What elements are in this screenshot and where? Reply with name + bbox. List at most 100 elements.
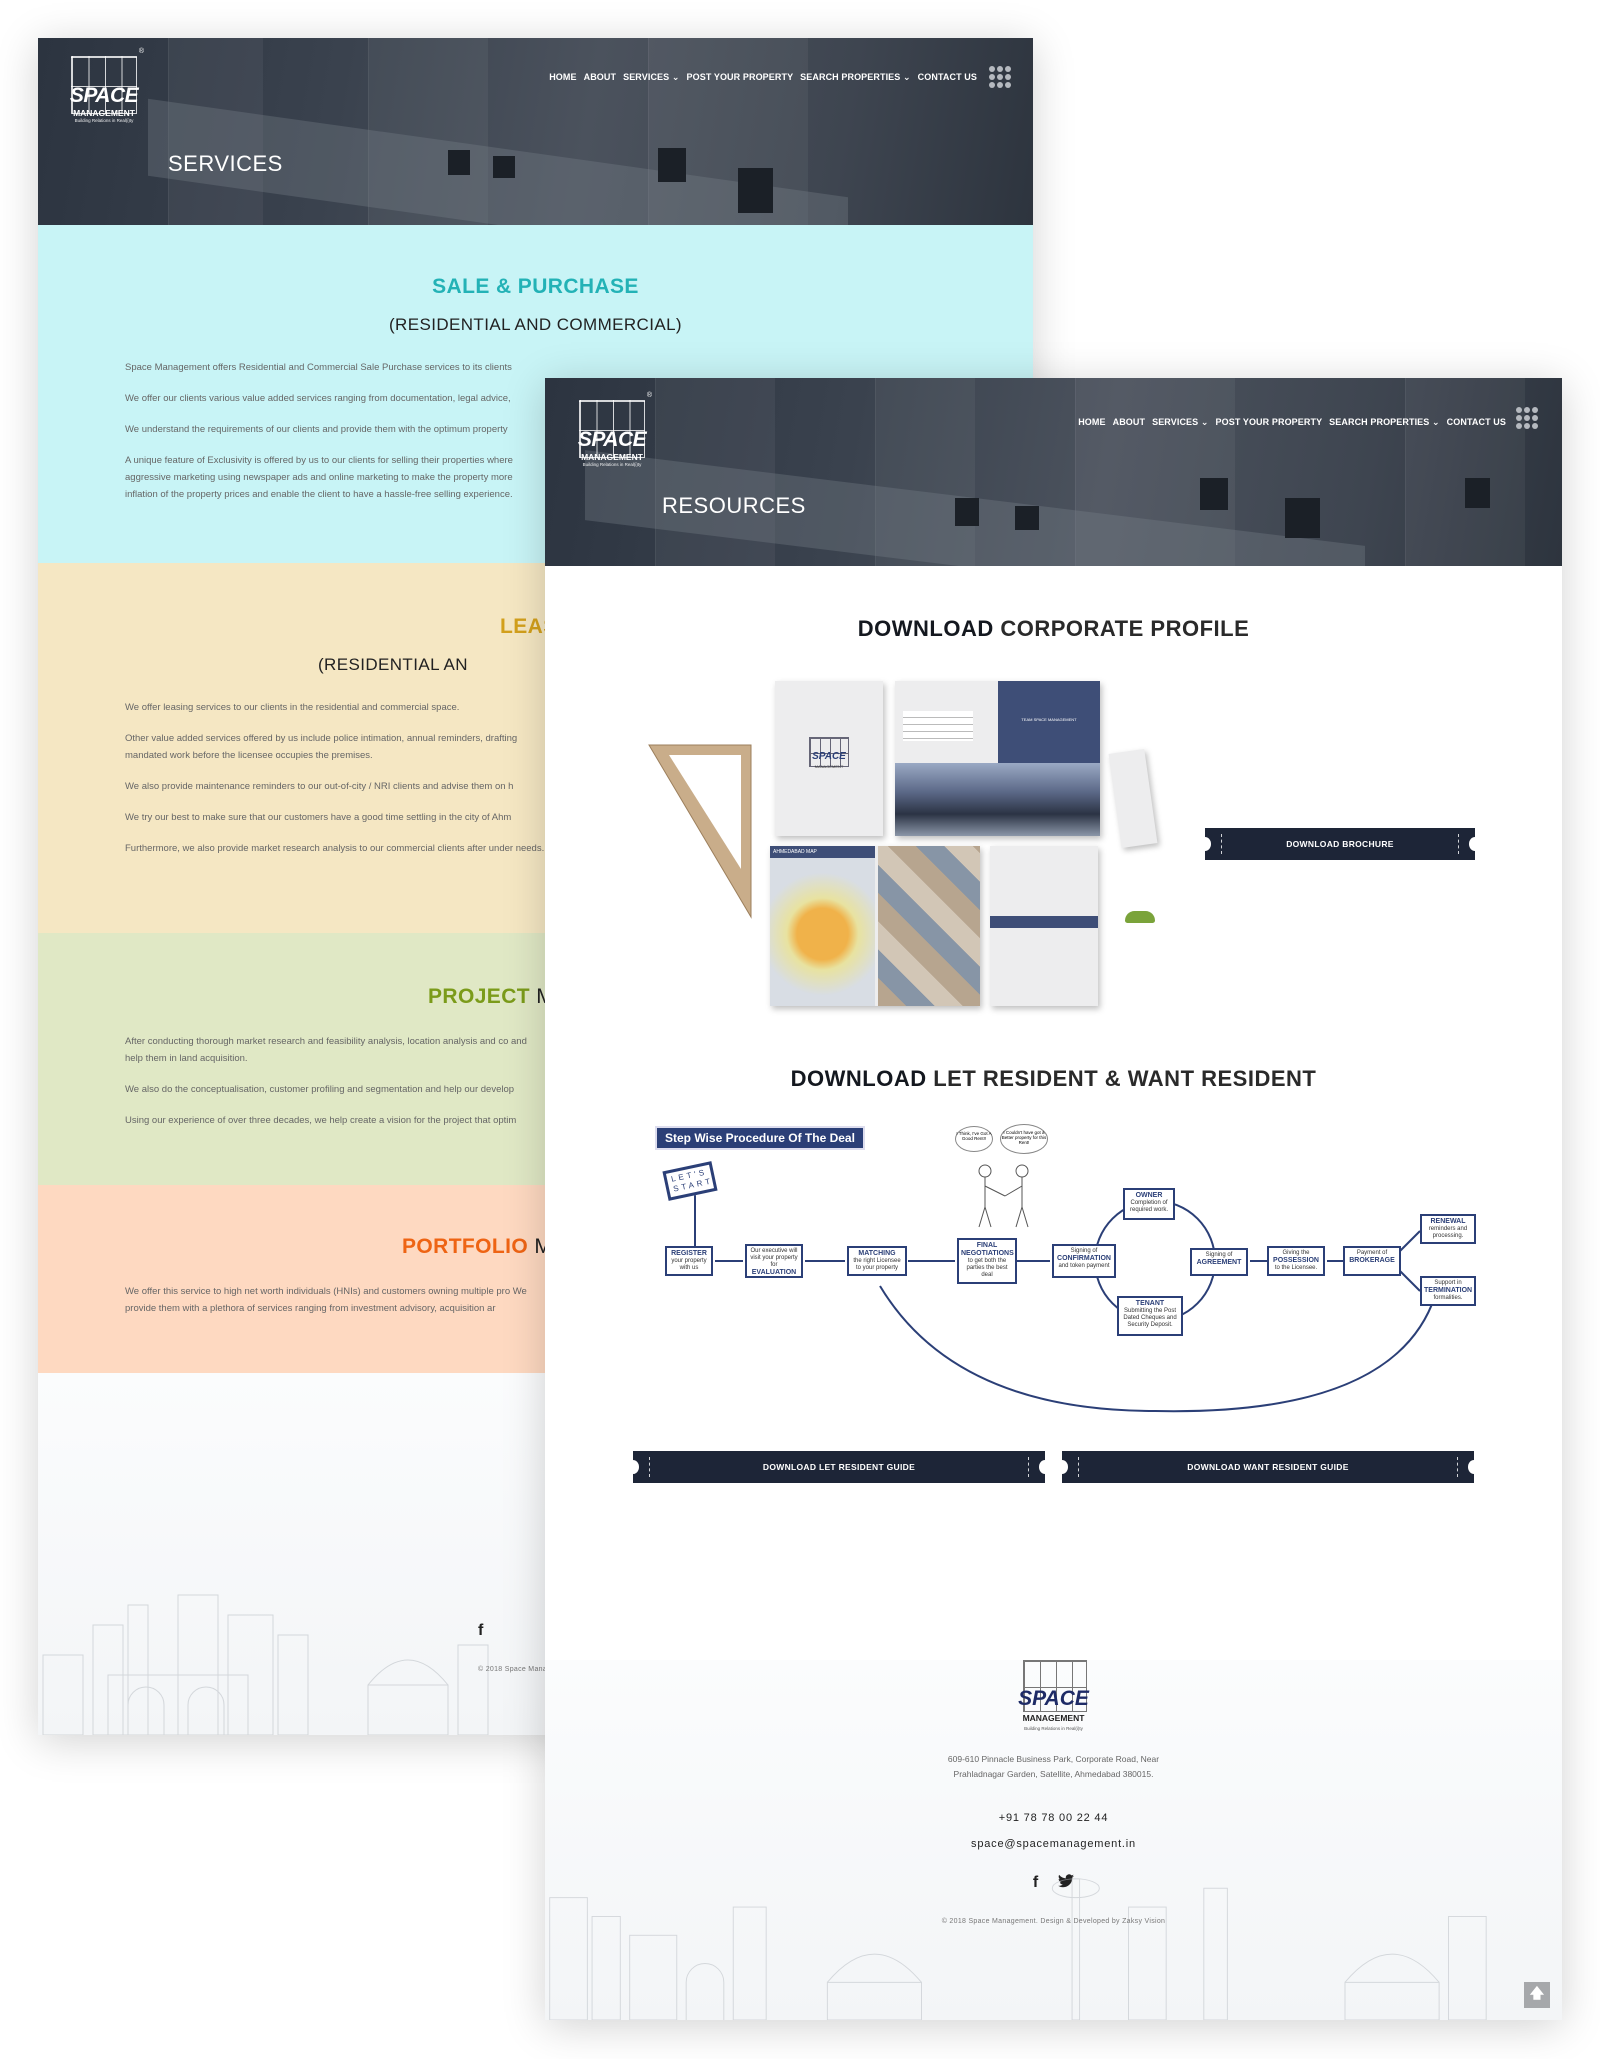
chevron-down-icon: ⌄ (903, 72, 911, 82)
spread-heading: TEAM SPACE MANAGEMENT (1021, 717, 1077, 722)
nav-home[interactable]: HOME (1078, 417, 1105, 428)
services-hero: ® SPACE MANAGEMENT Building Relations in… (38, 38, 1033, 225)
nav-search-properties[interactable]: SEARCH PROPERTIES ⌄ (800, 72, 910, 83)
download-let-resident-button[interactable]: DOWNLOAD LET RESIDENT GUIDE (627, 1451, 1051, 1483)
main-nav: HOME ABOUT SERVICES ⌄ POST YOUR PROPERTY… (549, 72, 977, 83)
resources-footer: ® SPACE MANAGEMENT Building Relations in… (545, 1660, 1562, 2020)
section-title-bold: DOWNLOAD (857, 616, 994, 641)
site-logo[interactable]: ® SPACE MANAGEMENT Building Relations in… (68, 48, 144, 123)
registered-mark: ® (138, 48, 144, 55)
logo-tagline: Building Relations in Real(i)ty (582, 462, 642, 467)
cover-brand: SPACE (812, 751, 846, 762)
nav-services-label: SERVICES (623, 72, 670, 82)
section-title-rest: CORPORATE PROFILE (1000, 616, 1250, 641)
section-title-accent: PORTFOLIO (402, 1235, 529, 1258)
step-tenant: TENANT Submitting the Post Dated Cheques … (1117, 1296, 1183, 1336)
ticket-perforation (1457, 1457, 1458, 1477)
section-title-bold: DOWNLOAD (790, 1066, 927, 1091)
download-brochure-button[interactable]: DOWNLOAD BROCHURE (1199, 828, 1481, 860)
set-square-icon (648, 744, 752, 919)
grid-dots-icon[interactable] (989, 66, 1011, 88)
page-title: RESOURCES (662, 493, 806, 518)
nav-post-property[interactable]: POST YOUR PROPERTY (687, 72, 794, 83)
nav-search-properties[interactable]: SEARCH PROPERTIES ⌄ (1329, 417, 1439, 428)
logo-tagline: Building Relations in Real(i)ty (1024, 1726, 1083, 1731)
download-want-resident-button[interactable]: DOWNLOAD WANT RESIDENT GUIDE (1056, 1451, 1480, 1483)
brochure-mockup-image: SPACE MANAGEMENT TEAM SPACE MANAGEMENT A… (645, 681, 1185, 1021)
step-renewal: RENEWAL reminders and processing. (1420, 1214, 1476, 1244)
registered-mark: ® (1086, 1660, 1091, 1661)
page-title: SERVICES (168, 151, 283, 176)
nav-contact[interactable]: CONTACT US (1447, 417, 1506, 428)
logo-subtitle: MANAGEMENT (73, 108, 135, 118)
section-title: SALE & PURCHASE (125, 275, 946, 299)
paper-stack (1108, 748, 1158, 849)
registered-mark: ® (646, 392, 652, 399)
thought-bubble: I Think, I've Got A Good Rent!! (955, 1126, 993, 1152)
diagram-title: Step Wise Procedure Of The Deal (655, 1126, 865, 1150)
footer-phone[interactable]: +91 78 78 00 22 44 (545, 1812, 1562, 1824)
footer-logo[interactable]: ® SPACE MANAGEMENT Building Relations in… (1018, 1660, 1092, 1734)
step-possession: Giving the POSSESSION to the Licensee. (1267, 1246, 1325, 1276)
hero-glass-pane (1405, 378, 1525, 566)
hero-monitor (493, 156, 515, 178)
paragraph: After conducting thorough market researc… (125, 1036, 527, 1064)
nav-about[interactable]: ABOUT (584, 72, 617, 83)
nav-services-label: SERVICES (1152, 417, 1199, 427)
hero-monitor (1285, 498, 1320, 538)
chevron-down-icon: ⌄ (671, 72, 680, 82)
brochure-cover: SPACE MANAGEMENT (775, 681, 883, 836)
section-title-accent: SALE & PURCHASE (432, 275, 639, 298)
footer-email[interactable]: space@spacemanagement.in (545, 1838, 1562, 1850)
paragraph: We offer this service to high net worth … (125, 1286, 527, 1314)
hero-monitor (955, 498, 979, 526)
cover-subtitle: MANAGEMENT (814, 764, 844, 769)
address-line: Prahladnagar Garden, Satellite, Ahmedaba… (953, 1769, 1154, 1779)
step-confirmation: Signing of CONFIRMATION and token payment (1052, 1244, 1116, 1278)
nav-about[interactable]: ABOUT (1113, 417, 1146, 428)
step-evaluation: Our executive will visit your property f… (745, 1244, 803, 1278)
step-register: REGISTER your property with us (665, 1246, 713, 1276)
paragraph: Furthermore, we also provide market rese… (125, 843, 545, 854)
step-termination: Support in TERMINATION formalities. (1420, 1276, 1476, 1306)
download-brochure-label: DOWNLOAD BROCHURE (1286, 839, 1394, 849)
address-line: 609-610 Pinnacle Business Park, Corporat… (947, 1754, 1160, 1764)
ticket-perforation (649, 1457, 650, 1477)
ticket-perforation (1028, 1457, 1029, 1477)
logo-subtitle: MANAGEMENT (1022, 1713, 1085, 1723)
footer-copyright: © 2018 Space Management. Design & Develo… (941, 1918, 1166, 1925)
paragraph: A unique feature of Exclusivity is offer… (125, 455, 513, 500)
nav-search-label: SEARCH PROPERTIES (800, 72, 901, 82)
section-title-accent: PROJECT (428, 985, 530, 1008)
step-final-negotiations: FINAL NEGOTIATIONS to get both the partie… (957, 1238, 1017, 1284)
grid-dots-icon[interactable] (1516, 407, 1538, 429)
ticket-perforation (1458, 834, 1459, 854)
step-agreement: Signing of AGREEMENT (1190, 1248, 1248, 1276)
logo-subtitle: MANAGEMENT (581, 452, 643, 462)
ticket-perforation (1078, 1457, 1079, 1477)
chevron-down-icon: ⌄ (1200, 417, 1209, 427)
resources-page-window: ® SPACE MANAGEMENT Building Relations in… (545, 378, 1562, 2020)
resources-hero: ® SPACE MANAGEMENT Building Relations in… (545, 378, 1562, 566)
logo-wordmark: SPACE (577, 428, 647, 451)
site-logo[interactable]: ® SPACE MANAGEMENT Building Relations in… (576, 392, 652, 467)
nav-search-label: SEARCH PROPERTIES (1329, 417, 1430, 427)
brochure-back-cover (990, 846, 1098, 1006)
logo-wordmark: SPACE (1018, 1687, 1089, 1710)
nav-home[interactable]: HOME (549, 72, 576, 83)
skyline-illustration (549, 1878, 1487, 2020)
brochure-spread-map: AHMEDABAD MAP (770, 846, 980, 1006)
arrow-up-icon: 🡅 (1529, 1985, 1545, 2001)
deal-procedure-diagram: Step Wise Procedure Of The Deal LET'S ST… (655, 1124, 1476, 1426)
nav-services[interactable]: SERVICES ⌄ (1152, 417, 1208, 428)
step-owner: OWNER Completion of required work. (1123, 1188, 1175, 1220)
section-title: DOWNLOAD CORPORATE PROFILE (545, 616, 1562, 642)
main-nav: HOME ABOUT SERVICES ⌄ POST YOUR PROPERTY… (1078, 417, 1506, 428)
stapler-icon (1125, 911, 1155, 923)
hero-monitor (738, 168, 773, 213)
scroll-to-top-button[interactable]: 🡅 (1524, 1982, 1550, 2008)
nav-services[interactable]: SERVICES ⌄ (623, 72, 679, 83)
step-brokerage: Payment of BROKERAGE (1343, 1246, 1401, 1276)
nav-contact[interactable]: CONTACT US (918, 72, 977, 83)
nav-post-property[interactable]: POST YOUR PROPERTY (1216, 417, 1323, 428)
